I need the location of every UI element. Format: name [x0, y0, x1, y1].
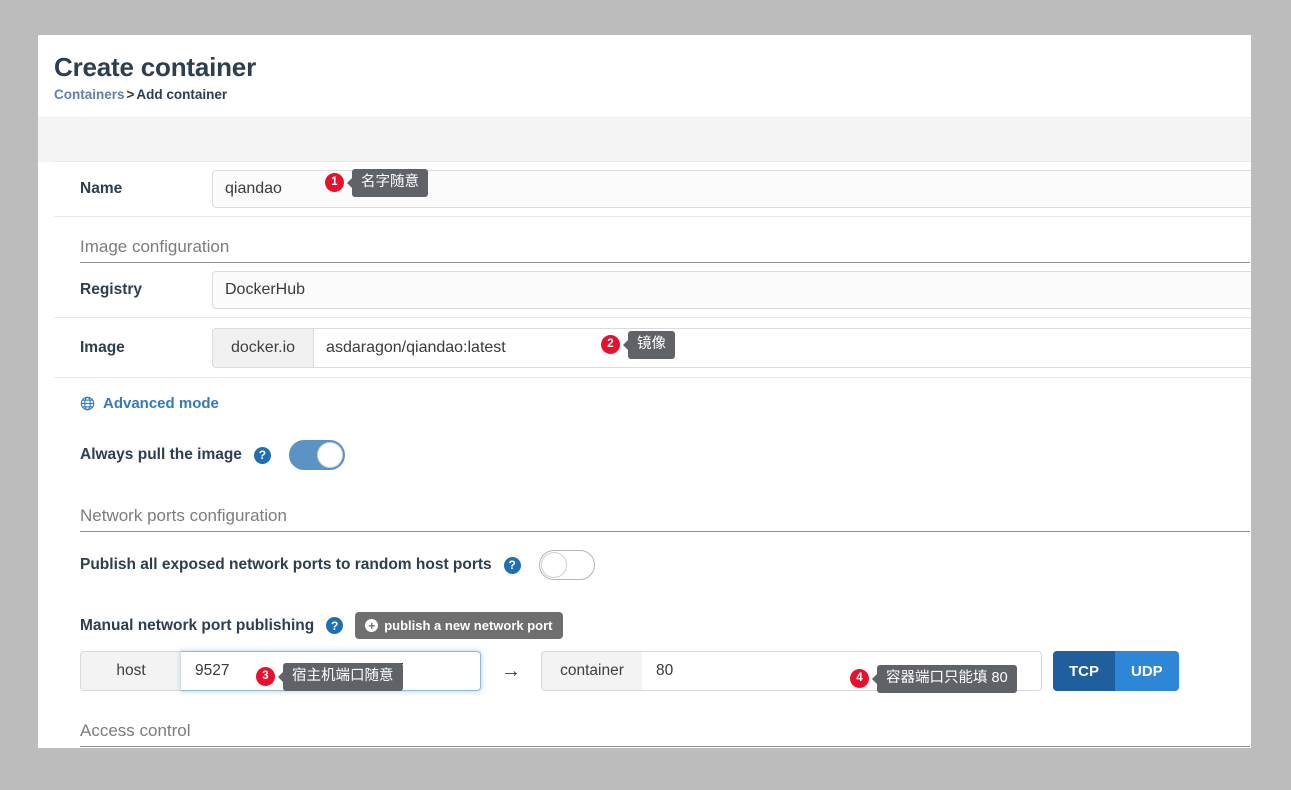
section-access-control: Access control	[54, 701, 1251, 747]
row-manual-publishing: Manual network port publishing ? + publi…	[54, 596, 1251, 647]
page-header: Create container Containers>Add containe…	[38, 35, 1251, 117]
help-icon-manual-publishing[interactable]: ?	[326, 617, 343, 634]
label-manual-publishing: Manual network port publishing	[80, 617, 314, 635]
row-port-mapping: host 9527 → container 80 TCP UDP	[54, 647, 1251, 701]
container-port-value: 80	[656, 662, 673, 680]
screenshot-root: Create container Containers>Add containe…	[0, 0, 1291, 790]
annotation-3: 3 宿主机端口随意	[256, 663, 403, 691]
row-registry: Registry DockerHub	[54, 263, 1251, 318]
header-gutter	[38, 117, 1251, 162]
help-icon-publish-all[interactable]: ?	[504, 557, 521, 574]
breadcrumb-current: Add container	[136, 87, 227, 102]
section-network-ports: Network ports configuration	[54, 486, 1251, 532]
plus-circle-icon: +	[365, 619, 378, 632]
page-panel: Create container Containers>Add containe…	[38, 35, 1251, 748]
protocol-udp-button[interactable]: UDP	[1115, 651, 1179, 691]
annotation-badge: 3	[256, 667, 275, 686]
image-registry-addon: docker.io	[212, 328, 313, 368]
globe-icon	[80, 396, 95, 411]
annotation-tooltip: 宿主机端口随意	[283, 663, 403, 691]
label-image: Image	[80, 339, 212, 357]
breadcrumb: Containers>Add container	[54, 87, 1251, 102]
name-input-value: qiandao	[225, 180, 282, 198]
row-always-pull: Always pull the image ?	[54, 422, 1251, 486]
annotation-badge: 1	[325, 173, 344, 192]
row-name: Name qiandao	[54, 162, 1251, 217]
mapping-arrow-icon: →	[481, 660, 541, 683]
annotation-1: 1 名字随意	[325, 169, 428, 197]
registry-value: DockerHub	[225, 281, 305, 299]
toggle-knob	[541, 552, 567, 578]
annotation-tooltip: 名字随意	[352, 169, 428, 197]
publish-new-port-label: publish a new network port	[384, 618, 552, 633]
protocol-tcp-button[interactable]: TCP	[1053, 651, 1115, 691]
toggle-knob	[317, 442, 343, 468]
help-icon-always-pull[interactable]: ?	[254, 447, 271, 464]
toggle-always-pull[interactable]	[289, 440, 345, 470]
host-addon-label: host	[80, 651, 181, 691]
toggle-publish-all[interactable]	[539, 550, 595, 580]
section-heading-access: Access control	[80, 721, 1250, 747]
breadcrumb-link-containers[interactable]: Containers	[54, 87, 125, 102]
label-publish-all: Publish all exposed network ports to ran…	[80, 556, 492, 574]
image-input-value: asdaragon/qiandao:latest	[326, 339, 506, 357]
protocol-selector: TCP UDP	[1053, 651, 1179, 691]
create-container-form: Name qiandao Image configuration Registr…	[54, 161, 1251, 747]
section-heading-image: Image configuration	[80, 237, 1250, 263]
label-name: Name	[80, 180, 212, 198]
annotation-tooltip: 容器端口只能填 80	[877, 665, 1017, 693]
annotation-badge: 2	[601, 335, 620, 354]
registry-select[interactable]: DockerHub	[212, 271, 1251, 309]
annotation-4: 4 容器端口只能填 80	[850, 665, 1017, 693]
publish-new-port-button[interactable]: + publish a new network port	[355, 612, 562, 639]
breadcrumb-separator: >	[125, 87, 137, 102]
label-always-pull: Always pull the image	[80, 446, 242, 464]
page-title: Create container	[54, 53, 1251, 82]
image-input[interactable]: asdaragon/qiandao:latest	[313, 328, 1251, 368]
label-registry: Registry	[80, 281, 212, 299]
row-publish-all: Publish all exposed network ports to ran…	[54, 532, 1251, 596]
annotation-tooltip: 镜像	[628, 331, 675, 359]
section-heading-network: Network ports configuration	[80, 506, 1250, 532]
row-advanced-mode: Advanced mode	[54, 378, 1251, 422]
annotation-2: 2 镜像	[601, 331, 675, 359]
advanced-mode-link[interactable]: Advanced mode	[103, 395, 219, 412]
annotation-badge: 4	[850, 669, 869, 688]
host-port-value: 9527	[195, 662, 229, 680]
image-input-group: docker.io asdaragon/qiandao:latest	[212, 328, 1251, 368]
container-addon-label: container	[541, 651, 642, 691]
section-image-configuration: Image configuration	[54, 217, 1251, 263]
